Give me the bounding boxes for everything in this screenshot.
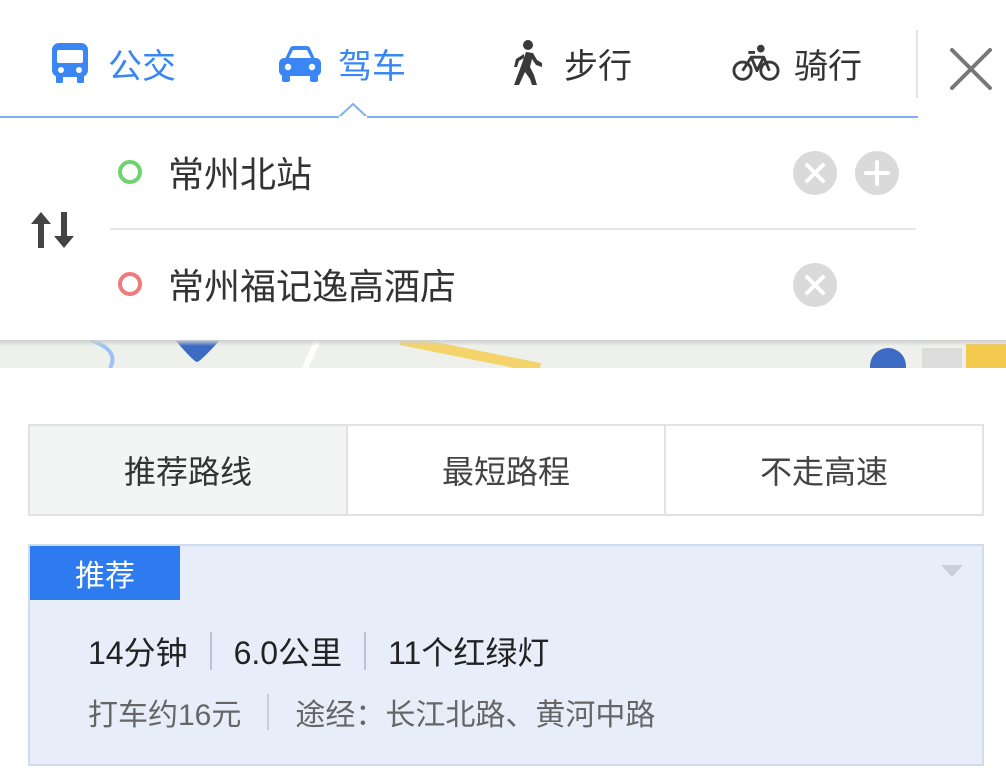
recommended-badge: 推荐	[30, 546, 180, 600]
tabs-divider	[916, 30, 918, 98]
start-dot-icon	[118, 160, 142, 184]
close-icon[interactable]	[944, 42, 998, 96]
route-strategy-tabs: 推荐路线 最短路程 不走高速	[28, 424, 984, 516]
field-divider	[110, 228, 916, 230]
active-tab-caret-icon	[339, 102, 367, 118]
tab-drive[interactable]: 驾车	[276, 28, 406, 98]
route-via: 途经：长江北路、黄河中路	[295, 699, 656, 732]
route-extra-info: 打车约16元 途经：长江北路、黄河中路	[88, 690, 655, 734]
tab-ride-label: 骑行	[794, 46, 862, 87]
swap-icon[interactable]	[28, 208, 80, 252]
end-dot-icon	[118, 272, 142, 296]
clear-start-icon[interactable]	[792, 150, 838, 196]
route-duration: 14分钟	[88, 635, 188, 671]
panel-shadow	[0, 340, 1006, 346]
route-distance: 6.0公里	[233, 635, 343, 671]
add-waypoint-icon[interactable]	[854, 150, 900, 196]
tab-bus[interactable]: 公交	[46, 28, 176, 98]
tab-ride[interactable]: 骑行	[732, 28, 862, 98]
route-result-card[interactable]: 推荐 14分钟 6.0公里 11个红绿灯 打车约16元 途经：长江北路、黄河中路	[28, 544, 984, 766]
car-icon	[276, 39, 324, 87]
tab-walk-label: 步行	[564, 46, 632, 87]
bike-icon	[732, 39, 780, 87]
end-input[interactable]: 常州福记逸高酒店	[168, 258, 456, 310]
stat-divider	[364, 632, 367, 670]
stat-divider	[209, 632, 212, 670]
route-stats: 14分钟 6.0公里 11个红绿灯	[88, 628, 549, 674]
info-divider	[267, 694, 270, 730]
tab-walk[interactable]: 步行	[502, 28, 632, 98]
travel-mode-tabs: 公交 驾车 步行 骑行	[0, 0, 918, 118]
route-traffic-lights: 11个红绿灯	[388, 635, 550, 671]
tab-no-highway[interactable]: 不走高速	[666, 426, 982, 514]
tab-drive-label: 驾车	[338, 46, 406, 87]
clear-end-icon[interactable]	[792, 262, 838, 308]
taxi-fare: 打车约16元	[88, 699, 242, 732]
walk-icon	[502, 39, 550, 87]
tab-recommended[interactable]: 推荐路线	[30, 426, 348, 514]
bus-icon	[46, 39, 94, 87]
tab-shortest[interactable]: 最短路程	[348, 426, 666, 514]
tab-bus-label: 公交	[108, 46, 176, 87]
chevron-down-icon[interactable]	[940, 564, 964, 578]
start-input[interactable]: 常州北站	[168, 146, 312, 198]
